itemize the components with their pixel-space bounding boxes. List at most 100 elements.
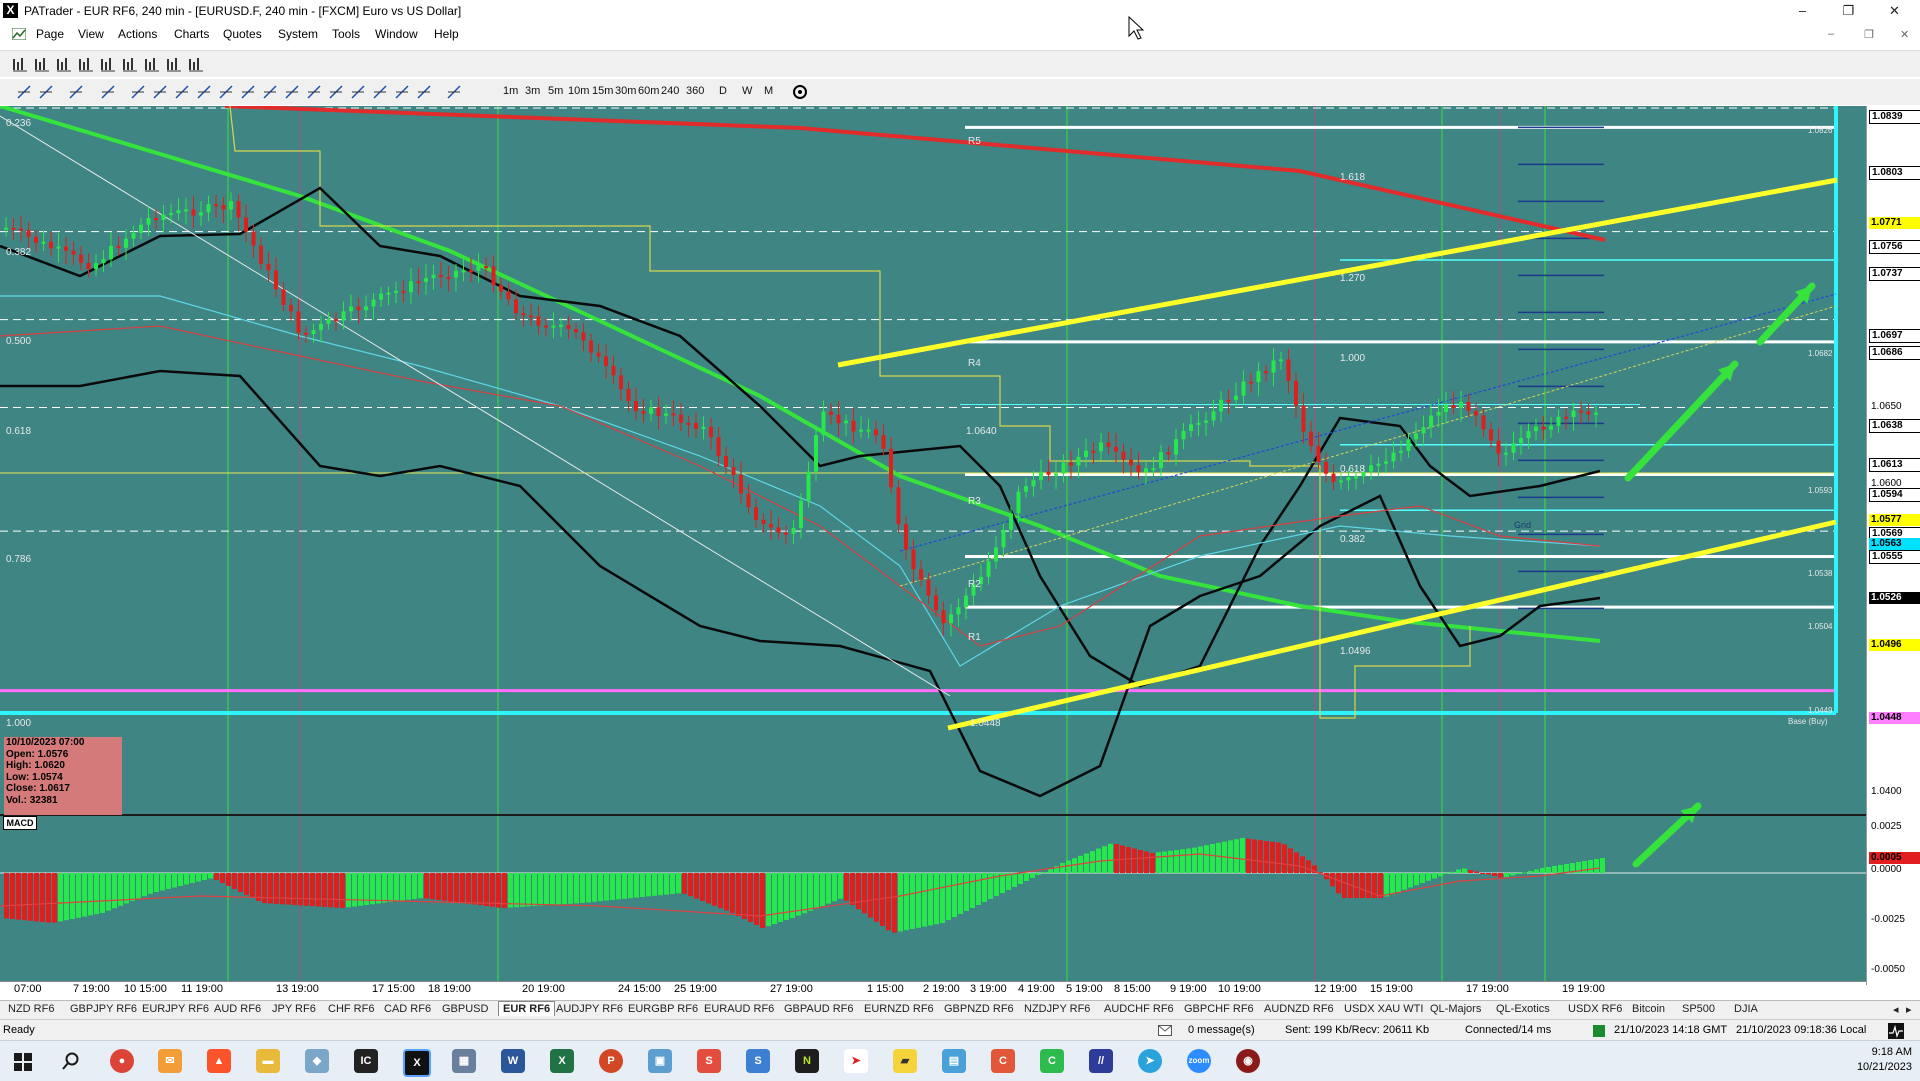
tf-weekly[interactable]: W: [742, 85, 752, 97]
record-app-icon[interactable]: ◉: [1236, 1049, 1260, 1073]
volume-chart-icon[interactable]: [166, 56, 182, 72]
pen-icon[interactable]: [446, 84, 462, 100]
tf-daily[interactable]: D: [719, 85, 727, 97]
trend-line-icon[interactable]: [196, 84, 212, 100]
word-icon[interactable]: W: [501, 1049, 525, 1073]
symbol-tab[interactable]: GBPAUD RF6: [784, 1003, 853, 1015]
powerpoint-icon[interactable]: P: [599, 1049, 623, 1073]
calculator-icon[interactable]: ▦: [452, 1049, 476, 1073]
mdi-restore-button[interactable]: ❐: [1864, 28, 1874, 41]
tf-monthly[interactable]: M: [764, 85, 773, 97]
symbol-tab[interactable]: Bitcoin: [1632, 1003, 1665, 1015]
minimize-button[interactable]: –: [1780, 0, 1825, 22]
symbol-tab[interactable]: EURGBP RF6: [628, 1003, 698, 1015]
price-axis[interactable]: 1.0839 1.0803 1.0771 1.0756 1.0737 1.069…: [1866, 106, 1920, 985]
symbol-tab[interactable]: EUR RF6: [498, 1001, 556, 1016]
chart-page-icon[interactable]: [12, 28, 26, 40]
window-app-icon[interactable]: ▤: [942, 1049, 966, 1073]
symbol-tab[interactable]: AUDNZD RF6: [1264, 1003, 1334, 1015]
tab-scroll-left[interactable]: ◂: [1893, 1003, 1899, 1016]
green-c-app-icon[interactable]: C: [1040, 1049, 1064, 1073]
ic-app-icon[interactable]: IC: [354, 1049, 378, 1073]
menu-window[interactable]: Window: [375, 27, 418, 41]
mdi-minimize-button[interactable]: –: [1828, 28, 1834, 40]
symbol-tab[interactable]: QL-Majors: [1430, 1003, 1481, 1015]
menu-page[interactable]: Page: [36, 27, 64, 41]
n-app-icon[interactable]: N: [795, 1049, 819, 1073]
price-chart[interactable]: 0.236 0.382 0.500 0.618 0.786 1.000 R5 R…: [0, 106, 1866, 985]
system-clock[interactable]: 9:18 AM 10/21/2023: [1857, 1045, 1912, 1075]
tf-1m[interactable]: 1m: [503, 85, 518, 97]
menu-quotes[interactable]: Quotes: [223, 27, 262, 41]
symbol-tab[interactable]: NZD RF6: [8, 1003, 54, 1015]
kagi-icon[interactable]: [144, 56, 160, 72]
ohlc-chart-icon[interactable]: [56, 56, 72, 72]
symbol-tab[interactable]: CAD RF6: [384, 1003, 431, 1015]
status-messages[interactable]: 0 message(s): [1188, 1024, 1255, 1036]
zoom-out-icon[interactable]: [38, 84, 54, 100]
channel-icon[interactable]: [218, 84, 234, 100]
symbol-tab[interactable]: JPY RF6: [272, 1003, 316, 1015]
tablet-app-icon[interactable]: ◆: [305, 1049, 329, 1073]
search-icon[interactable]: [62, 1052, 80, 1070]
symbol-tab[interactable]: SP500: [1682, 1003, 1715, 1015]
brave-icon[interactable]: ▲: [207, 1049, 231, 1073]
excel-icon[interactable]: X: [550, 1049, 574, 1073]
vertical-line-icon[interactable]: [174, 84, 190, 100]
symbol-tab[interactable]: DJIA: [1734, 1003, 1758, 1015]
andrews-pitchfork-icon[interactable]: [306, 84, 322, 100]
patrader-icon[interactable]: X: [403, 1049, 431, 1077]
tf-360[interactable]: 360: [686, 85, 704, 97]
menu-help[interactable]: Help: [434, 27, 459, 41]
crosshair-icon[interactable]: [100, 84, 116, 100]
symbol-tab[interactable]: EURAUD RF6: [704, 1003, 774, 1015]
fib-extension-icon[interactable]: [262, 84, 278, 100]
tf-60m[interactable]: 60m: [638, 85, 659, 97]
file-explorer-icon[interactable]: ▬: [256, 1049, 280, 1073]
tf-240[interactable]: 240: [661, 85, 679, 97]
line-chart-icon[interactable]: [78, 56, 94, 72]
symbol-tab[interactable]: QL-Exotics: [1496, 1003, 1550, 1015]
windows-start-icon[interactable]: [14, 1053, 32, 1071]
tf-10m[interactable]: 10m: [568, 85, 589, 97]
symbol-tab[interactable]: GBPNZD RF6: [944, 1003, 1014, 1015]
symbol-tab[interactable]: GBPUSD: [442, 1003, 488, 1015]
indicator-icon[interactable]: [68, 84, 84, 100]
tf-5m[interactable]: 5m: [548, 85, 563, 97]
zoom-in-icon[interactable]: [16, 84, 32, 100]
symbol-tab[interactable]: NZDJPY RF6: [1024, 1003, 1090, 1015]
time-axis[interactable]: 07:00 7 19:00 10 15:00 11 19:00 13 19:00…: [0, 981, 1866, 996]
telegram-icon[interactable]: ➤: [1138, 1049, 1162, 1073]
symbol-tab[interactable]: USDX XAU WTI: [1344, 1003, 1423, 1015]
mdi-close-button[interactable]: ✕: [1900, 28, 1909, 41]
image-viewer-icon[interactable]: ▣: [648, 1049, 672, 1073]
candle-chart-icon[interactable]: [34, 56, 50, 72]
dark-app-icon[interactable]: //: [1089, 1049, 1113, 1073]
close-button[interactable]: ✕: [1872, 0, 1917, 22]
symbol-tab[interactable]: CHF RF6: [328, 1003, 374, 1015]
sticky-notes-icon[interactable]: ▰: [893, 1049, 917, 1073]
maximize-button[interactable]: ❐: [1826, 0, 1871, 22]
elliott-icon[interactable]: [416, 84, 432, 100]
tf-30m[interactable]: 30m: [615, 85, 636, 97]
regression-icon[interactable]: [394, 84, 410, 100]
gann-icon[interactable]: [284, 84, 300, 100]
symbol-tab[interactable]: EURJPY RF6: [142, 1003, 209, 1015]
symbol-tab[interactable]: EURNZD RF6: [864, 1003, 934, 1015]
chart-canvas[interactable]: [0, 106, 1866, 985]
red-bird-icon[interactable]: ➤: [844, 1049, 868, 1073]
clock-icon[interactable]: [792, 84, 808, 100]
point-figure-icon[interactable]: [100, 56, 116, 72]
s-app-icon[interactable]: S: [746, 1049, 770, 1073]
menu-system[interactable]: System: [278, 27, 318, 41]
pivot-icon[interactable]: [350, 84, 366, 100]
symbol-tab[interactable]: GBPCHF RF6: [1184, 1003, 1254, 1015]
symbol-tab[interactable]: USDX RF6: [1568, 1003, 1622, 1015]
zoom-icon[interactable]: zoom: [1187, 1049, 1211, 1073]
symbol-tab[interactable]: GBPJPY RF6: [70, 1003, 137, 1015]
grid-tool-icon[interactable]: [328, 84, 344, 100]
symbol-tab[interactable]: AUD RF6: [214, 1003, 261, 1015]
mail-icon[interactable]: [1158, 1025, 1172, 1036]
menu-tools[interactable]: Tools: [332, 27, 360, 41]
menu-actions[interactable]: Actions: [118, 27, 157, 41]
